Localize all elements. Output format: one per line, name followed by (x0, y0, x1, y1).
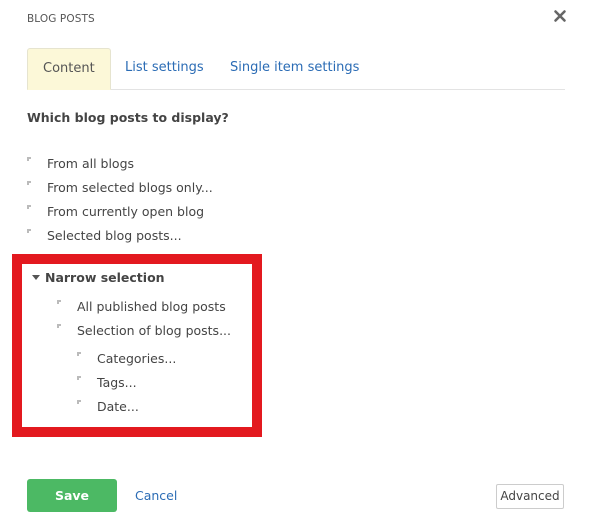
narrow-selection-toggle[interactable]: Narrow selection (32, 270, 165, 285)
option-from-all-blogs[interactable]: From all blogs (27, 151, 213, 175)
option-label: All published blog posts (77, 298, 226, 314)
option-categories[interactable]: Categories... (77, 346, 176, 370)
option-label: Categories... (97, 350, 177, 366)
option-from-open-blog[interactable]: From currently open blog (27, 199, 213, 223)
option-label: From selected blogs only... (47, 179, 213, 195)
close-icon[interactable] (552, 8, 568, 24)
checkbox-icon[interactable] (77, 375, 97, 389)
advanced-button[interactable]: Advanced (496, 484, 564, 509)
display-options: From all blogs From selected blogs only.… (27, 151, 213, 247)
option-label: From all blogs (47, 155, 135, 171)
option-date[interactable]: Date... (77, 394, 176, 418)
tab-single-item-settings[interactable]: Single item settings (230, 48, 359, 88)
radio-icon[interactable] (27, 204, 47, 218)
radio-icon[interactable] (27, 228, 47, 242)
option-label: Selection of blog posts... (77, 322, 231, 338)
option-label: Selected blog posts... (47, 227, 182, 243)
narrow-selection-label: Narrow selection (45, 270, 165, 285)
option-from-selected-blogs[interactable]: From selected blogs only... (27, 175, 213, 199)
tab-list-settings[interactable]: List settings (125, 48, 204, 88)
option-label: Tags... (97, 374, 137, 390)
checkbox-icon[interactable] (77, 351, 97, 365)
radio-icon[interactable] (27, 156, 47, 170)
option-selection-of-posts[interactable]: Selection of blog posts... (57, 318, 231, 342)
tab-content[interactable]: Content (27, 48, 111, 90)
caret-down-icon (32, 275, 40, 280)
option-selected-blog-posts[interactable]: Selected blog posts... (27, 223, 213, 247)
option-tags[interactable]: Tags... (77, 370, 176, 394)
cancel-link[interactable]: Cancel (135, 488, 177, 503)
save-button[interactable]: Save (27, 479, 117, 512)
narrow-selection-options: All published blog posts Selection of bl… (57, 294, 231, 342)
option-label: From currently open blog (47, 203, 205, 219)
selection-sub-options: Categories... Tags... Date... (77, 346, 176, 418)
radio-icon[interactable] (57, 299, 77, 313)
tab-bar: Content List settings Single item settin… (27, 48, 565, 90)
dialog-title: BLOG POSTS (27, 13, 95, 25)
display-question: Which blog posts to display? (27, 110, 229, 125)
radio-icon[interactable] (57, 323, 77, 337)
checkbox-icon[interactable] (77, 399, 97, 413)
option-label: Date... (97, 398, 139, 414)
option-all-published-posts[interactable]: All published blog posts (57, 294, 231, 318)
radio-icon[interactable] (27, 180, 47, 194)
